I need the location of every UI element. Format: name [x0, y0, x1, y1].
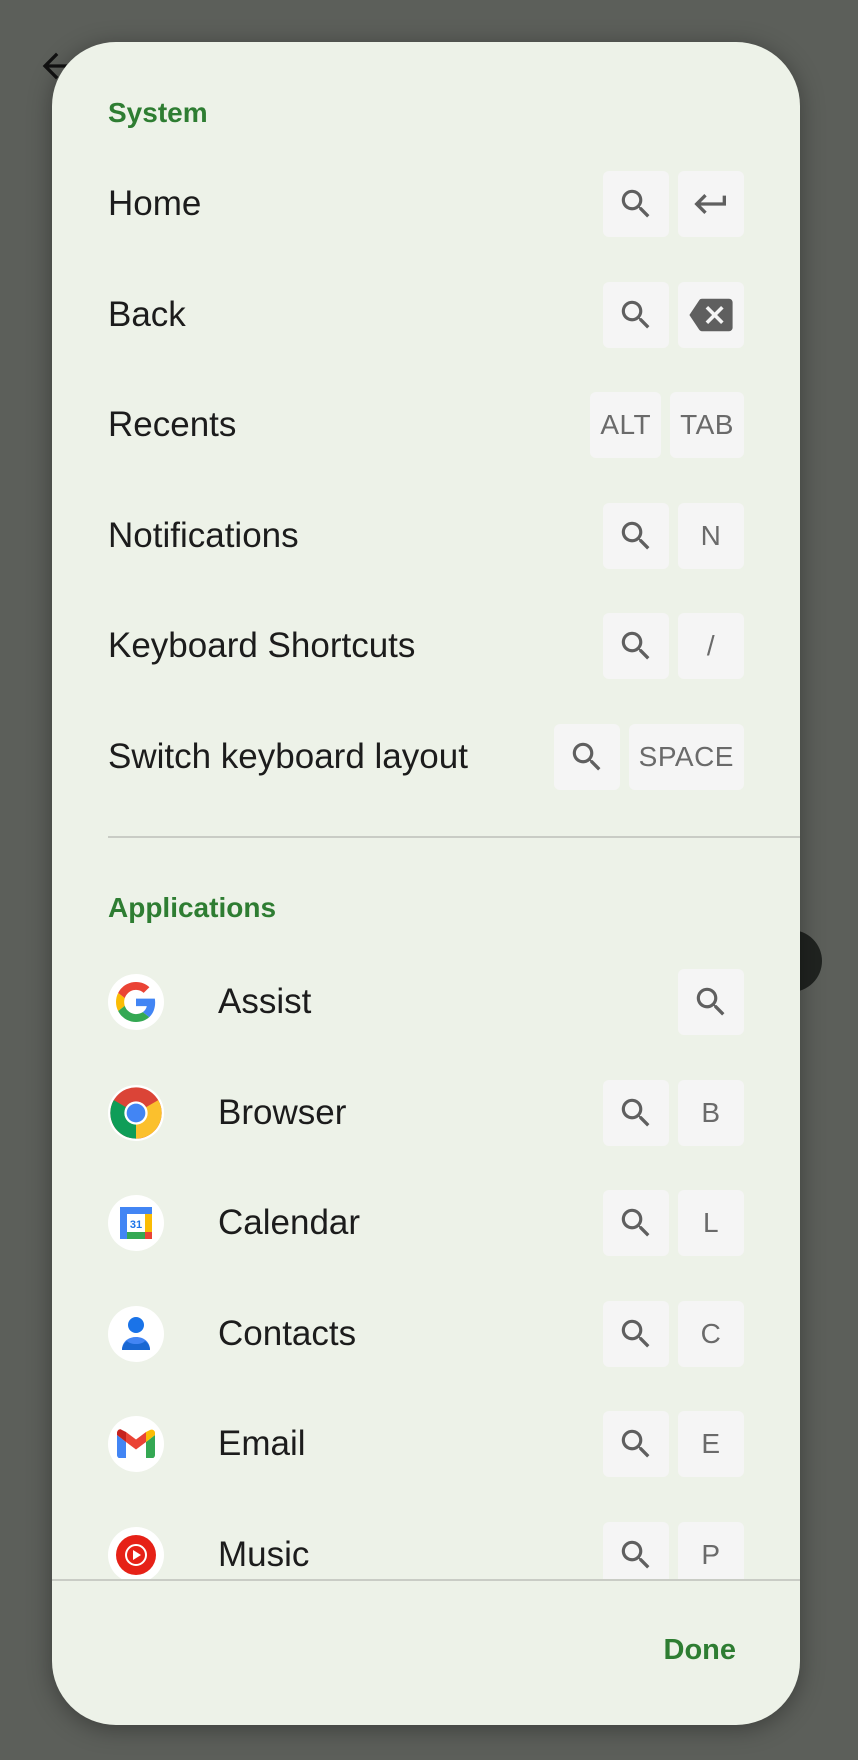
section-title-applications: Applications	[108, 892, 277, 923]
shortcut-label: Back	[108, 294, 186, 334]
svg-text:31: 31	[130, 1219, 142, 1231]
shortcut-label: Home	[108, 184, 202, 223]
search-icon	[692, 983, 730, 1021]
key-combination: SPACE	[553, 724, 744, 790]
key-combination	[603, 171, 744, 237]
shortcut-label: Email	[218, 1424, 306, 1464]
key-cap: /	[678, 613, 744, 680]
shortcut-label: Calendar	[218, 1203, 361, 1243]
section-title-system: System	[108, 97, 208, 128]
shortcut-label: Switch keyboard layout	[108, 737, 468, 776]
app-shortcut-row-browser: Browser B	[52, 1079, 800, 1146]
system-shortcut-row-notifications: Notifications N	[52, 502, 800, 569]
app-shortcut-row-calendar: 31 Calendar L	[52, 1190, 800, 1257]
calendar-icon: 31	[108, 1195, 164, 1252]
contacts-icon	[108, 1305, 164, 1362]
app-shortcut-row-email: Email E	[52, 1411, 800, 1478]
shortcuts-list[interactable]: System Home Back Recents ALT TAB Notification…	[52, 42, 800, 1579]
key-cap: C	[678, 1300, 744, 1367]
system-shortcut-row-home: Home	[52, 171, 800, 237]
shortcut-label: Contacts	[218, 1313, 357, 1353]
enter-arrow-key	[678, 171, 744, 237]
section-divider	[108, 836, 800, 838]
key-combination: L	[603, 1190, 744, 1257]
app-shortcut-row-music: Music P	[52, 1522, 800, 1579]
search-icon	[617, 296, 655, 334]
youtube-music-icon	[108, 1527, 164, 1579]
backspace-key	[678, 281, 744, 348]
search-key	[553, 724, 620, 790]
search-icon	[617, 185, 655, 223]
search-key	[603, 1411, 669, 1478]
search-key	[603, 613, 669, 680]
search-key	[603, 1190, 669, 1257]
google-icon	[108, 974, 164, 1030]
key-combination: E	[603, 1411, 744, 1478]
search-icon	[617, 1204, 655, 1242]
done-button[interactable]: Done	[664, 1634, 737, 1667]
app-shortcut-row-assist: Assist	[52, 969, 800, 1035]
search-key	[603, 1300, 669, 1367]
key-combination	[678, 969, 744, 1035]
key-combination: ALT TAB	[590, 392, 744, 459]
shortcut-label: Browser	[218, 1092, 347, 1132]
search-key	[603, 281, 669, 348]
key-cap: SPACE	[628, 724, 744, 790]
key-cap: L	[678, 1190, 744, 1257]
shortcut-label: Assist	[218, 982, 312, 1021]
search-key	[603, 1522, 669, 1579]
enter-arrow-icon	[691, 184, 731, 224]
search-icon	[617, 1536, 655, 1574]
shortcut-label: Notifications	[108, 515, 299, 555]
footer-divider	[52, 1579, 800, 1581]
search-icon	[617, 1094, 655, 1132]
system-shortcut-row-keyboard-shortcuts: Keyboard Shortcuts /	[52, 613, 800, 680]
key-cap: B	[678, 1079, 744, 1146]
keyboard-shortcuts-dialog: System Home Back Recents ALT TAB Notification…	[52, 42, 800, 1725]
gmail-icon	[108, 1416, 164, 1473]
key-combination: B	[603, 1079, 744, 1146]
search-key	[678, 969, 744, 1035]
search-icon	[617, 517, 655, 555]
shortcut-label: Music	[218, 1535, 310, 1574]
search-key	[603, 502, 669, 569]
search-icon	[617, 1315, 655, 1353]
system-shortcut-row-back: Back	[52, 281, 800, 348]
key-combination: N	[603, 502, 744, 569]
search-icon	[617, 627, 655, 665]
backspace-icon	[689, 297, 733, 333]
key-cap: N	[678, 502, 744, 569]
key-combination	[603, 281, 744, 348]
key-combination: P	[603, 1522, 744, 1579]
key-cap: P	[678, 1522, 744, 1579]
key-cap: E	[678, 1411, 744, 1478]
search-key	[603, 1079, 669, 1146]
search-icon	[568, 738, 606, 776]
system-shortcut-row-switch-keyboard-layout: Switch keyboard layout SPACE	[52, 724, 800, 790]
search-key	[603, 171, 669, 237]
shortcut-label: Keyboard Shortcuts	[108, 626, 416, 666]
key-cap: ALT	[590, 392, 662, 459]
search-icon	[617, 1425, 655, 1463]
system-shortcut-row-recents: Recents ALT TAB	[52, 392, 800, 459]
app-shortcut-row-contacts: Contacts C	[52, 1300, 800, 1367]
shortcut-label: Recents	[108, 405, 237, 445]
key-cap: TAB	[670, 392, 744, 459]
chrome-icon	[108, 1084, 164, 1141]
key-combination: /	[603, 613, 744, 680]
key-combination: C	[603, 1300, 744, 1367]
